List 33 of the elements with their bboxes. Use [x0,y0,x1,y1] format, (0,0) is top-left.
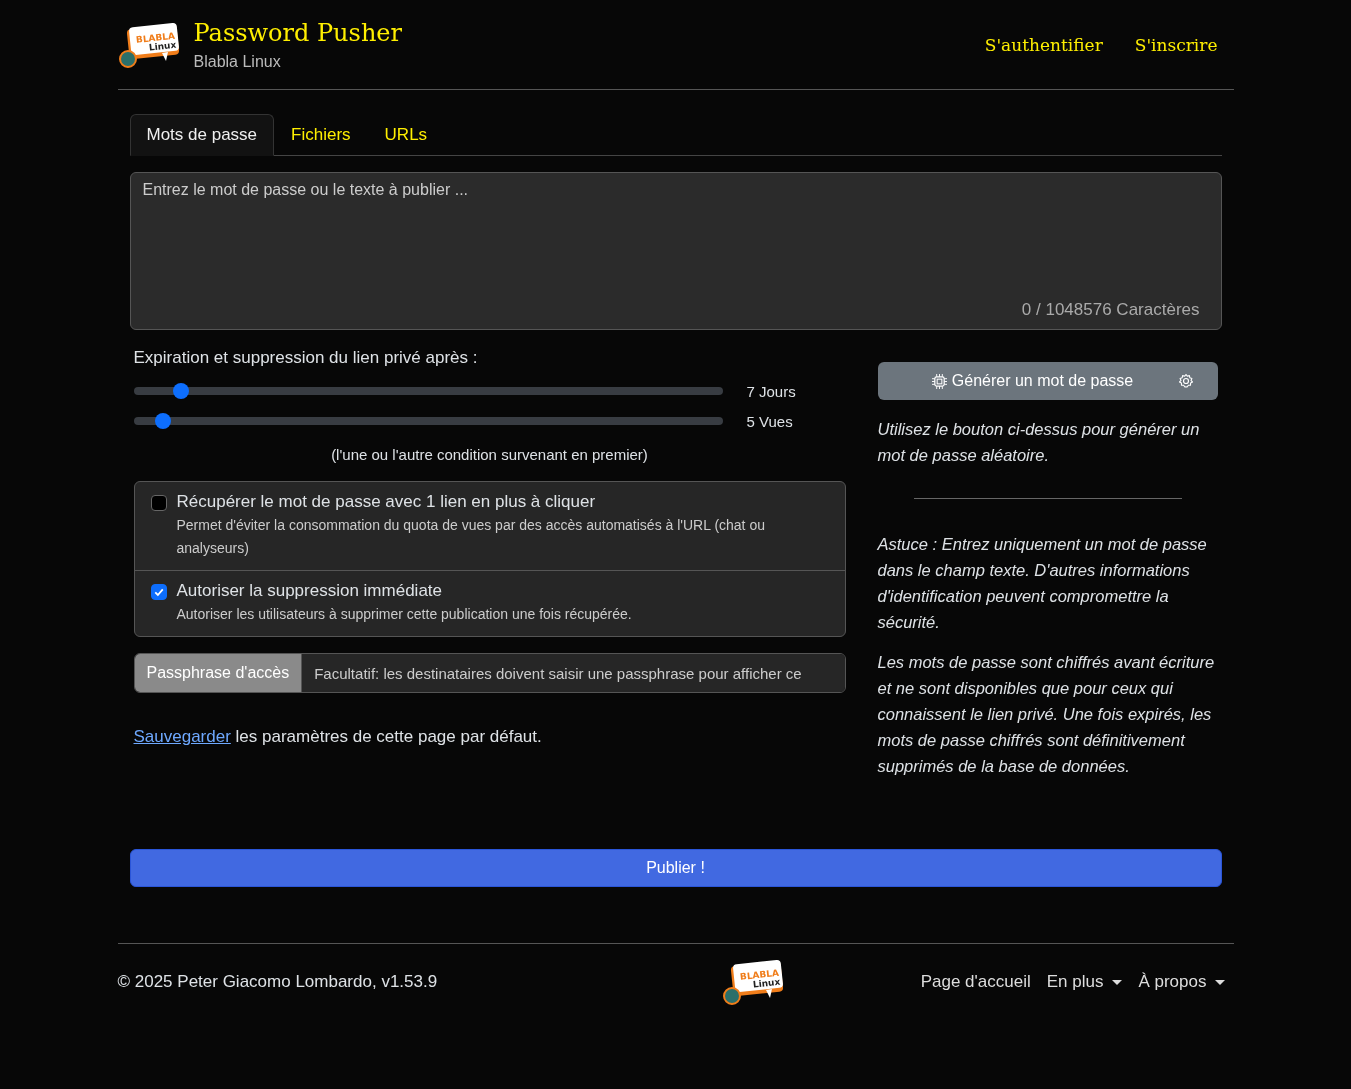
nav-link[interactable]: S'authentifier [984,34,1103,55]
nav-link[interactable]: S'inscrire [1134,34,1218,55]
footer-link[interactable]: En plus [1046,972,1123,992]
option-label: Récupérer le mot de passe avec 1 lien en plus à cliquer [176,492,597,512]
slider-thumb[interactable] [172,383,189,399]
tab[interactable]: Fichiers [274,114,368,156]
option-help: Autoriser les utilisateurs à supprimer cette publication une fois récupérée. [176,605,632,624]
footer-link[interactable]: Page d'accueil [920,972,1031,992]
tab[interactable]: URLs [367,114,445,156]
footer-link[interactable]: À propos [1138,972,1226,992]
info-note: Astuce : Entrez uniquement un mot de passe dans le champ texte. D'autres informations d'identification peuvent compromettre la sécurité. [877,534,1208,633]
option-help: Permet d'éviter la consommation du quota de vues par des accès automatisés à l'URL (chat ou analyseurs) [176,516,766,558]
info-note: Les mots de passe sont chiffrés avant écriture et ne sont disponibles que pour ceux qui connaissent le lien privé. Une fois expirés, les mots de passe chiffrés sont définitivement supprimés de la base de données. [877,652,1216,777]
option-label: Autoriser la suppression immédiate [176,581,443,601]
slider-thumb[interactable] [154,413,171,429]
expiration-label: Expiration et suppression du lien privé après : [133,348,479,368]
copyright-text: © 2025 Peter Giacomo Lombardo, v1.53.9 [117,972,438,992]
slider-reading: 7 Jours [746,382,796,400]
character-counter: 0 / 1048576 Caractères [1021,300,1200,320]
generator-tip: Utilisez le bouton ci-dessus pour générer un mot de passe aléatoire. [877,419,1201,466]
generate-password-button[interactable]: Générer un mot de passe [877,362,1218,400]
slider-reading: 5 Vues [746,412,793,430]
save-text: les paramètres de cette page par défaut. [235,727,542,746]
tab[interactable]: Mots de passe [129,114,275,156]
settings-icon[interactable] [1177,373,1194,389]
checkbox[interactable] [150,495,167,511]
save-link[interactable]: Sauvegarder [133,727,231,746]
checkbox[interactable] [150,584,167,600]
expiration-note: (l'une ou l'autre condition survenant en premier) [330,446,649,463]
site-title[interactable]: Password Pusher [193,18,403,47]
chip-icon [931,373,947,389]
publish-button[interactable]: Publier ! [129,849,1222,887]
site-subtitle: Blabla Linux [193,52,282,71]
